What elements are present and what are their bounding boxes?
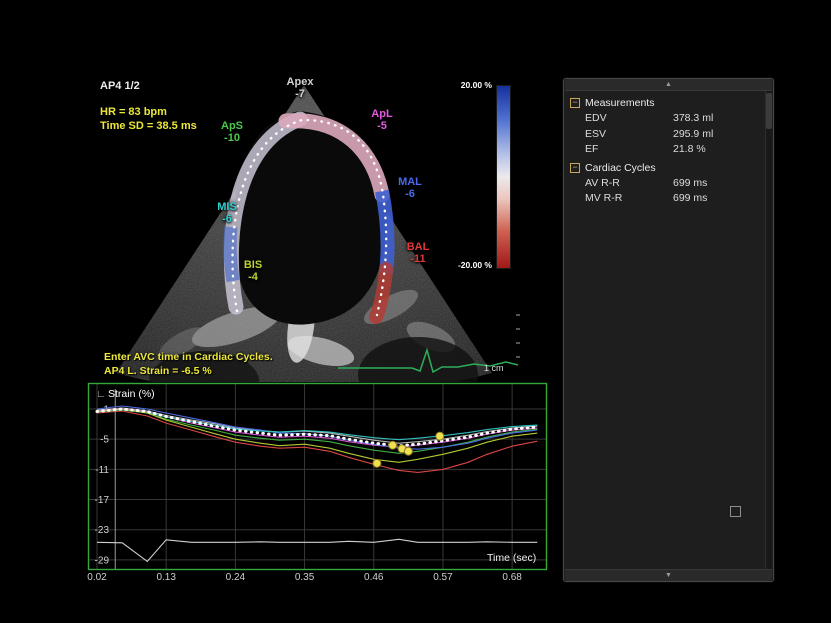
segment-label-mal[interactable]: MAL-6 [382, 176, 438, 200]
avc-event-marker[interactable] [404, 447, 412, 455]
segment-name: ApL [371, 108, 392, 120]
echo-application-screen: { "us": { "view_label": "AP4 1/2", "hr_t… [0, 0, 831, 623]
segment-value: -10 [204, 132, 260, 144]
series-line-mal [97, 406, 537, 449]
avc-message: Enter AVC time in Cardiac Cycles. [104, 351, 273, 363]
x-tick-label: 0.24 [226, 572, 246, 583]
view-label: AP4 1/2 [100, 80, 140, 92]
axis-corner-icon: ∟ [96, 389, 106, 400]
chevron-down-icon: ▼ [665, 572, 672, 579]
measurement-value: 295.9 ml [673, 128, 713, 140]
chevron-up-icon: ▲ [665, 81, 672, 88]
segment-name: ApS [221, 120, 243, 132]
segment-value: -7 [272, 88, 328, 100]
collapse-icon[interactable]: − [570, 98, 580, 108]
measurement-label: ESV [585, 128, 606, 140]
avc-event-marker[interactable] [373, 459, 381, 467]
section-header-measurements[interactable]: − Measurements [568, 95, 763, 111]
measurement-row[interactable]: EF 21.8 % [568, 142, 763, 158]
measurement-value: 378.3 ml [673, 112, 713, 124]
segment-name: BAL [407, 241, 430, 253]
measurement-value: 21.8 % [673, 143, 706, 155]
measurement-label: MV R-R [585, 192, 622, 204]
measurement-value: 699 ms [673, 177, 707, 189]
color-scale-min-label: -20.00 % [432, 260, 492, 270]
y-tick-label: -29 [95, 555, 110, 566]
panel-body: − Measurements EDV 378.3 ml ESV 295.9 ml… [568, 93, 763, 207]
scrollbar-thumb[interactable] [766, 93, 772, 129]
time-sd-text: Time SD = 38.5 ms [100, 120, 197, 132]
measurement-value: 699 ms [673, 192, 707, 204]
measurement-row[interactable]: EDV 378.3 ml [568, 111, 763, 127]
depth-scale-label: 1 cm [484, 363, 504, 373]
measurement-label: EDV [585, 112, 607, 124]
strain-color-scale [496, 85, 511, 269]
avc-event-marker[interactable] [436, 432, 444, 440]
measurement-label: EF [585, 143, 598, 155]
measurement-row[interactable]: AV R-R 699 ms [568, 176, 763, 192]
x-axis-label: Time (sec) [487, 552, 536, 564]
section-title: Cardiac Cycles [585, 162, 656, 174]
ultrasound-image-area[interactable]: AP4 1/2 HR = 83 bpm Time SD = 38.5 ms Ap… [86, 75, 522, 382]
x-tick-label: 0.13 [156, 572, 176, 583]
strain-chart[interactable]: 0.020.130.240.350.460.570.681-5-11-17-23… [88, 383, 558, 591]
depth-ruler [516, 315, 520, 357]
segment-label-aps[interactable]: ApS-10 [204, 120, 260, 144]
segment-label-apex[interactable]: Apex-7 [272, 76, 328, 100]
y-tick-label: -11 [95, 465, 109, 476]
segment-name: MIS [217, 201, 237, 213]
segment-label-mis[interactable]: MIS-6 [199, 201, 255, 225]
section-title: Measurements [585, 97, 654, 109]
x-tick-label: 0.46 [364, 572, 384, 583]
segment-label-bis[interactable]: BIS-4 [225, 259, 281, 283]
segment-name: BIS [244, 259, 262, 271]
color-scale-max-label: 20.00 % [432, 80, 492, 90]
global-strain-text: AP4 L. Strain = -6.5 % [104, 365, 212, 377]
measurement-row[interactable]: MV R-R 699 ms [568, 191, 763, 207]
small-toggle-box[interactable] [730, 506, 741, 517]
ecg-trace [97, 539, 537, 561]
x-tick-label: 0.57 [433, 572, 453, 583]
segment-value: -4 [225, 271, 281, 283]
y-tick-label: -5 [100, 435, 109, 446]
strain-chart-panel[interactable]: 0.020.130.240.350.460.570.681-5-11-17-23… [88, 383, 558, 593]
x-tick-label: 0.35 [295, 572, 315, 583]
section-header-cardiac-cycles[interactable]: − Cardiac Cycles [568, 160, 763, 176]
heart-rate-text: HR = 83 bpm [100, 106, 167, 118]
measurements-panel: ▲ − Measurements EDV 378.3 ml ESV 295.9 … [563, 78, 774, 582]
scroll-down-button[interactable]: ▼ [565, 569, 772, 581]
segment-label-apl[interactable]: ApL-5 [354, 108, 410, 132]
avc-event-marker[interactable] [389, 441, 397, 449]
segment-name: MAL [398, 176, 422, 188]
collapse-icon[interactable]: − [570, 163, 580, 173]
y-tick-label: -17 [95, 495, 110, 506]
measurement-row[interactable]: ESV 295.9 ml [568, 127, 763, 143]
segment-value: -5 [354, 120, 410, 132]
y-tick-label: -23 [95, 525, 110, 536]
measurement-label: AV R-R [585, 177, 620, 189]
segment-value: -6 [199, 213, 255, 225]
x-tick-label: 0.68 [502, 572, 522, 583]
scroll-up-button[interactable]: ▲ [565, 79, 772, 91]
chart-title: Strain (%) [108, 388, 155, 400]
segment-name: Apex [287, 76, 314, 88]
scrollbar-track[interactable] [765, 91, 772, 569]
segment-value: -6 [382, 188, 438, 200]
x-tick-label: 0.02 [87, 572, 107, 583]
